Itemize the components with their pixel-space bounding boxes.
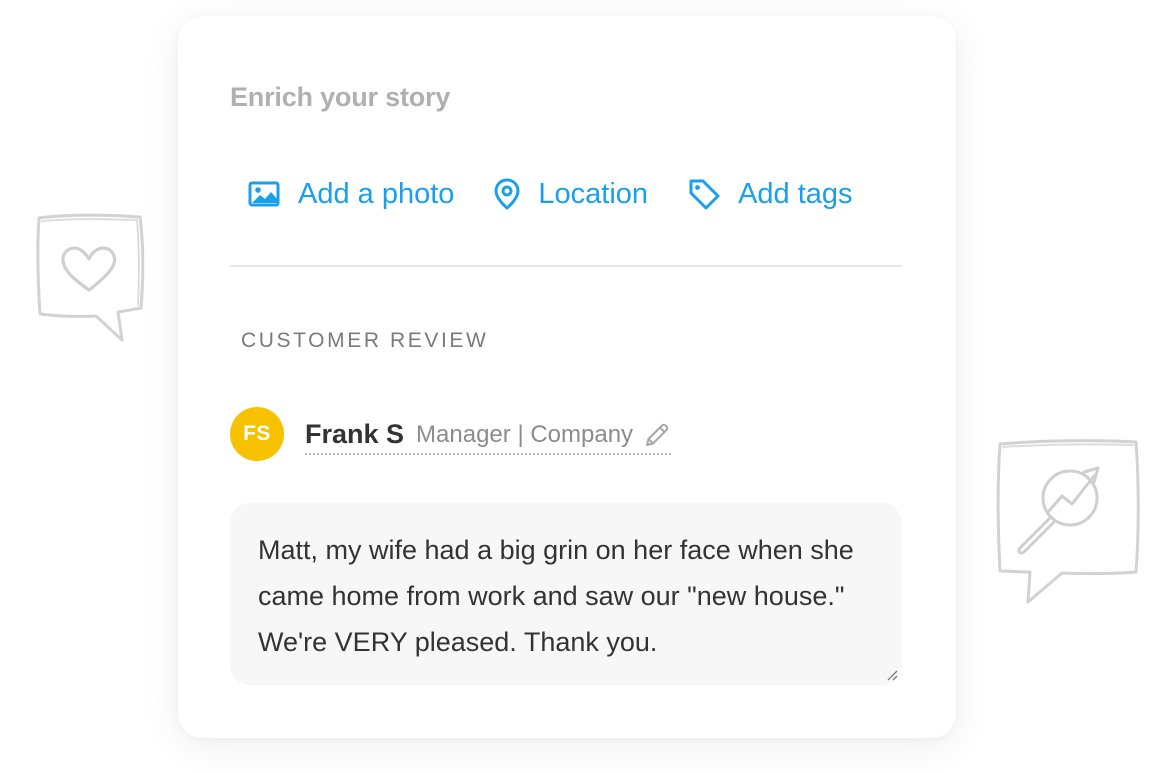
author-name: Frank S bbox=[305, 419, 405, 449]
page: Enrich your story Add a photo Location A… bbox=[0, 0, 1168, 773]
enrich-story-card: Enrich your story Add a photo Location A… bbox=[178, 16, 956, 738]
enrich-actions: Add a photo Location Add tags bbox=[248, 172, 853, 216]
tag-icon bbox=[689, 179, 720, 210]
location-label: Location bbox=[538, 177, 649, 210]
review-author: FS Frank S Manager | Company bbox=[230, 407, 672, 461]
add-tags-label: Add tags bbox=[738, 177, 853, 210]
map-pin-icon bbox=[494, 178, 520, 210]
resize-grip-icon[interactable] bbox=[886, 669, 898, 681]
add-photo-button[interactable]: Add a photo bbox=[248, 178, 454, 211]
add-photo-label: Add a photo bbox=[298, 177, 455, 210]
heart-speech-bubble-icon bbox=[36, 213, 145, 342]
image-icon bbox=[248, 181, 280, 207]
section-label: CUSTOMER REVIEW bbox=[241, 329, 489, 352]
divider bbox=[230, 265, 902, 267]
card-title: Enrich your story bbox=[230, 82, 451, 112]
add-tags-button[interactable]: Add tags bbox=[688, 177, 853, 211]
growth-chart-speech-bubble-icon bbox=[996, 439, 1140, 604]
pencil-icon bbox=[646, 423, 669, 446]
review-textarea[interactable]: Matt, my wife had a big grin on her face… bbox=[230, 503, 902, 685]
author-details[interactable]: Frank S Manager | Company bbox=[305, 419, 672, 455]
edit-author-button[interactable] bbox=[643, 421, 671, 449]
author-role: Manager | Company bbox=[416, 420, 634, 448]
avatar: FS bbox=[230, 407, 284, 461]
review-text: Matt, my wife had a big grin on her face… bbox=[258, 535, 854, 657]
location-button[interactable]: Location bbox=[494, 178, 648, 211]
